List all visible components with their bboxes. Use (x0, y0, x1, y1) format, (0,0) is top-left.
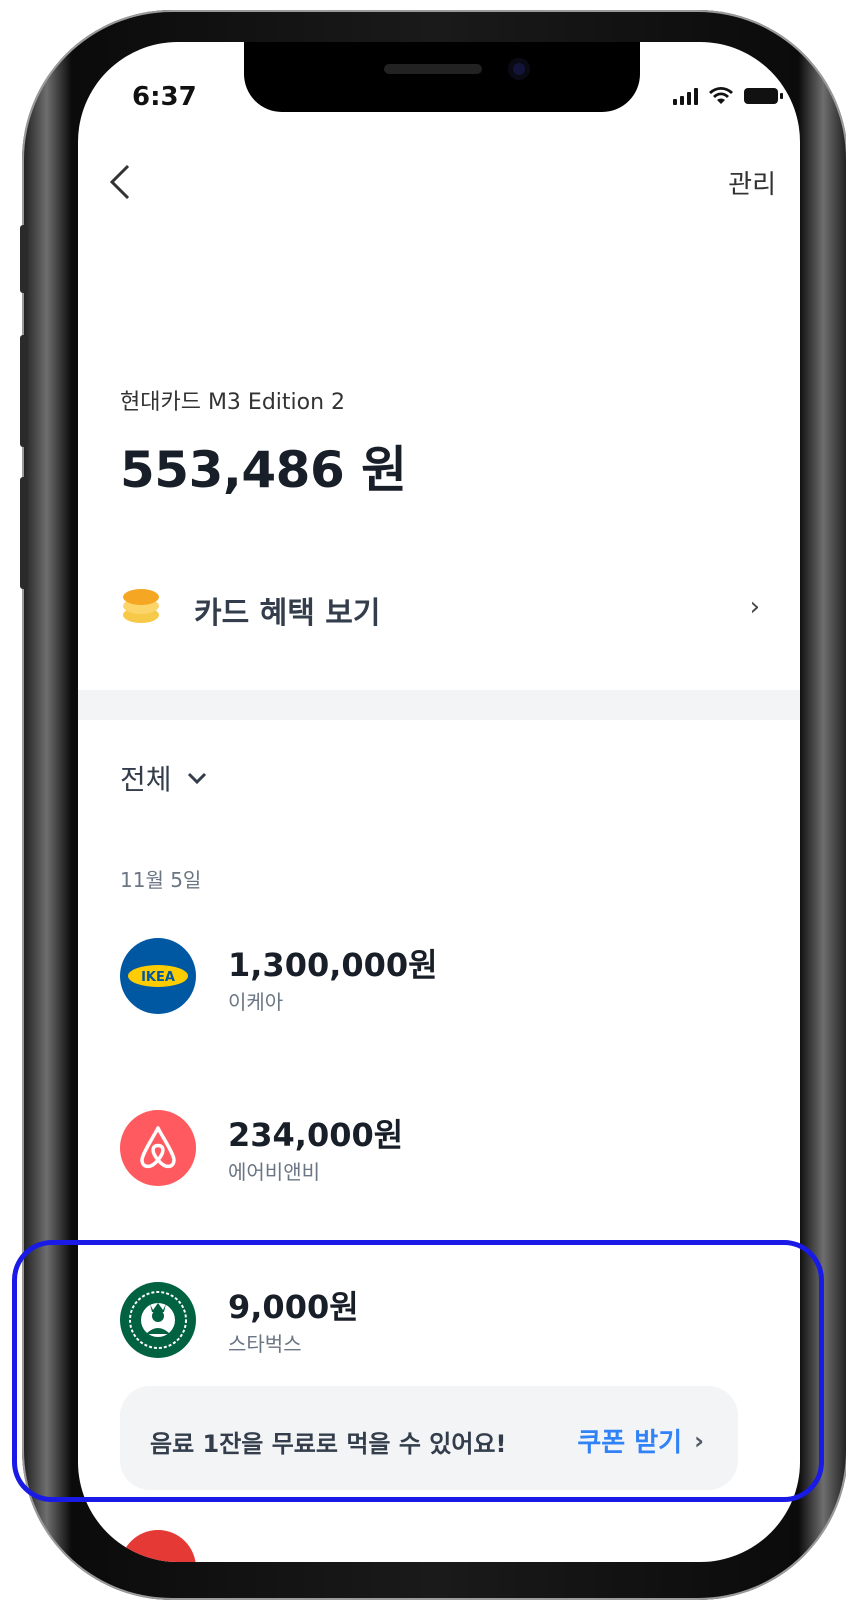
front-camera (508, 58, 530, 80)
transaction-row[interactable]: IKEA 1,300,000원 이케아 (78, 934, 800, 1034)
starbucks-logo-icon (120, 1282, 196, 1358)
date-header: 11월 5일 (120, 868, 202, 892)
transaction-merchant: 에어비앤비 (228, 1160, 320, 1184)
chevron-right-icon: › (694, 1426, 704, 1455)
ikea-logo-icon: IKEA (120, 938, 196, 1014)
coins-icon (123, 589, 159, 623)
transaction-amount: 9,000원 (228, 1288, 359, 1326)
status-icons (673, 86, 783, 106)
get-coupon-button[interactable]: 쿠폰 받기 › (577, 1422, 704, 1459)
battery-icon (744, 88, 783, 104)
card-benefits-label: 카드 혜택 보기 (194, 596, 381, 631)
mute-switch (20, 225, 28, 293)
chevron-right-icon: › (749, 592, 760, 622)
section-divider (78, 690, 800, 720)
volume-up-button (20, 335, 28, 447)
card-total-amount: 553,486 원 (120, 441, 407, 499)
card-benefits-row[interactable]: 카드 혜택 보기 › (78, 562, 800, 642)
transaction-merchant: 스타벅스 (228, 1332, 302, 1356)
app-screen: 6:37 관리 현대카드 M3 Edition 2 553,486 원 카드 혜… (78, 42, 800, 1562)
transaction-amount: 234,000원 (228, 1116, 404, 1154)
back-chevron-icon[interactable] (108, 162, 132, 202)
notch (244, 42, 640, 112)
manage-button[interactable]: 관리 (728, 164, 776, 201)
airbnb-logo-icon (120, 1110, 196, 1186)
get-coupon-label: 쿠폰 받기 (577, 1428, 683, 1458)
cellular-signal-icon (673, 87, 698, 105)
transaction-row[interactable]: 234,000원 에어비앤비 (78, 1106, 800, 1206)
card-name: 현대카드 M3 Edition 2 (120, 390, 346, 415)
svg-text:IKEA: IKEA (141, 970, 175, 985)
filter-label: 전체 (120, 763, 172, 796)
chevron-down-icon (187, 772, 206, 785)
transaction-amount: 1,300,000원 (228, 946, 438, 984)
speaker-grille (384, 64, 482, 74)
coupon-banner: 음료 1잔을 무료로 먹을 수 있어요! 쿠폰 받기 › (120, 1386, 738, 1490)
next-transaction-logo (120, 1530, 196, 1562)
coupon-message: 음료 1잔을 무료로 먹을 수 있어요! (150, 1430, 507, 1458)
transaction-merchant: 이케아 (228, 990, 284, 1014)
filter-dropdown[interactable]: 전체 (120, 758, 208, 798)
wifi-icon (709, 87, 733, 104)
transaction-row[interactable]: 9,000원 스타벅스 (78, 1278, 800, 1378)
volume-down-button (20, 477, 28, 589)
status-time: 6:37 (132, 82, 197, 112)
